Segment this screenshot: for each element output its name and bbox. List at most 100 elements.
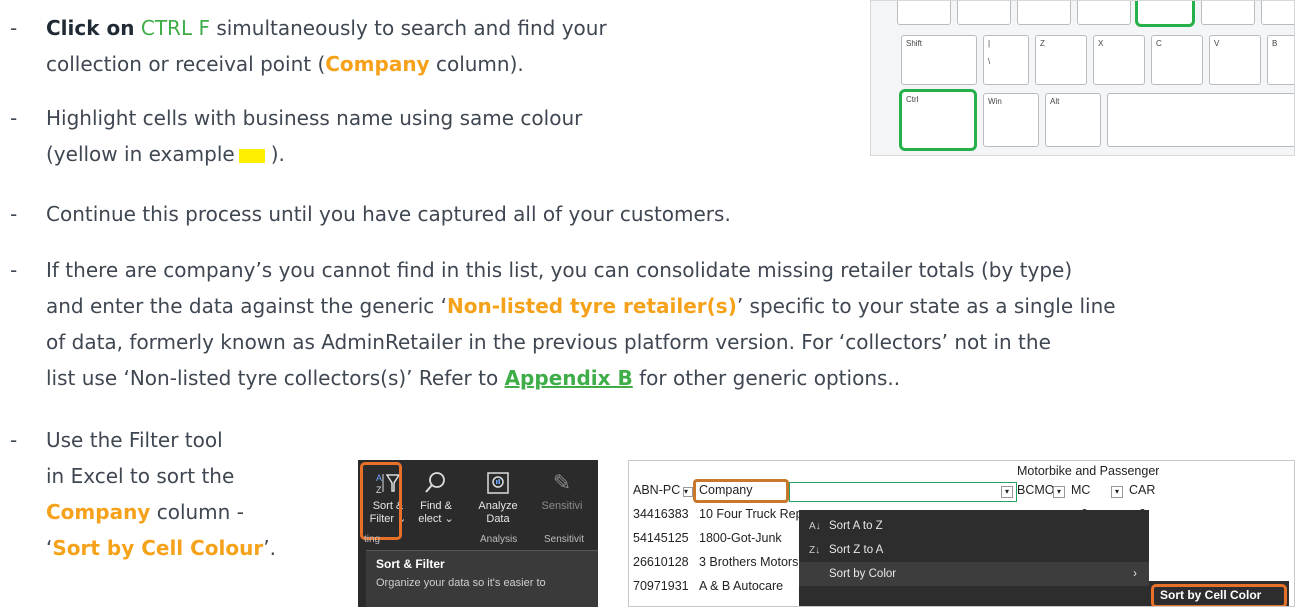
- v-key: V: [1209, 35, 1261, 85]
- non-listed-retailer-keyword: Non-listed tyre retailer(s): [447, 294, 737, 318]
- tooltip-title: Sort & Filter: [376, 557, 445, 571]
- sort-filter-tooltip: Sort & Filter Organize your data so it's…: [366, 550, 598, 607]
- tooltip-body: Organize your data so it's easier to: [376, 577, 546, 589]
- instruction-text: in Excel to sort the: [46, 464, 235, 488]
- instruction-text: column).: [435, 52, 524, 76]
- keyboard-key: [1017, 1, 1071, 25]
- x-key: X: [1093, 35, 1145, 85]
- bullet-dash: -: [10, 428, 18, 452]
- instruction-text: ’ specific to your state as a single lin…: [736, 294, 1116, 318]
- analyze-data-icon: [485, 470, 511, 496]
- sort-descending-icon: Z↓: [809, 545, 821, 556]
- sensitivity-icon: ✎: [552, 470, 572, 495]
- bcmo-header: BCMO: [1017, 483, 1055, 497]
- filter-dropdown-icon[interactable]: ▾: [683, 487, 693, 497]
- bullet-dash: -: [10, 258, 18, 282]
- ribbon-label: Analyze: [478, 500, 518, 512]
- key-label: Z: [1040, 39, 1045, 48]
- yellow-swatch: [238, 148, 265, 163]
- keyboard-key: [1077, 1, 1131, 25]
- alt-key: Alt: [1045, 93, 1101, 147]
- key-label: Ctrl: [906, 95, 919, 104]
- instruction-text: Continue this process until you have cap…: [46, 202, 731, 226]
- key-label: B: [1272, 39, 1278, 48]
- key-label: X: [1098, 39, 1104, 48]
- company-cell: 10 Four Truck Rep: [699, 507, 799, 521]
- instruction-line: list use ‘Non-listed tyre collectors(s)’…: [46, 360, 900, 396]
- sort-ascending-icon: A↓: [809, 521, 821, 532]
- filter-dropdown-icon[interactable]: ▾: [1111, 486, 1123, 498]
- group-label: ting: [364, 534, 381, 545]
- keyboard-key: [957, 1, 1011, 25]
- find-select-button[interactable]: Find & elect ⌄: [408, 464, 464, 534]
- filter-dropdown-menu: A↓ Sort A to Z Z↓ Sort Z to A Sort by Colo…: [799, 510, 1149, 606]
- instruction-text: simultaneously to search and find your: [216, 16, 607, 40]
- menu-item-label: Sort by Cell Color: [1160, 588, 1262, 602]
- abn-header: ABN-PC: [633, 483, 681, 497]
- instruction-text: list use ‘Non-listed tyre collectors(s)’…: [46, 366, 499, 390]
- group-label: Sensitivit: [544, 534, 585, 545]
- excel-sheet-screenshot: Motorbike and Passenger ABN-PC ▾ Company…: [628, 460, 1295, 607]
- ctrl-key: Ctrl: [899, 89, 977, 151]
- sort-by-color-submenu: Sort by Cell Color: [1149, 581, 1289, 606]
- f-key-highlight: [1135, 1, 1195, 27]
- filter-dropdown-icon[interactable]: ▾: [1001, 486, 1013, 498]
- instruction-line: ‘Sort by Cell Colour’.: [46, 530, 276, 566]
- group-header: Motorbike and Passenger: [1017, 464, 1160, 478]
- company-cell: 3 Brothers Motors: [699, 555, 799, 569]
- keyboard-key: [1261, 1, 1294, 25]
- appendix-b-link[interactable]: Appendix B: [505, 366, 633, 390]
- c-key: C: [1151, 35, 1203, 85]
- key-combo-text: CTRL F: [140, 16, 210, 40]
- key-label: \: [988, 57, 991, 66]
- key-label: Alt: [1050, 97, 1060, 106]
- instruction-text: for other generic options..: [639, 366, 901, 390]
- ribbon-label: Sensitivi: [541, 500, 583, 512]
- ribbon-group-labels: ting Analysis Sensitivit: [358, 534, 598, 550]
- win-key: Win: [983, 93, 1039, 147]
- bullet-dash: -: [10, 202, 18, 226]
- instruction-text: Use the Filter tool: [46, 428, 223, 452]
- instruction-line: collection or receival point (Company co…: [46, 46, 524, 82]
- backslash-key: | \: [983, 35, 1029, 85]
- company-header-highlight: [693, 479, 789, 503]
- instruction-text: column -: [156, 500, 244, 524]
- instruction-text: (yellow in example: [46, 142, 235, 166]
- sort-filter-highlight: [360, 462, 402, 540]
- car-header: CAR: [1129, 483, 1156, 497]
- keyboard-key: [1201, 1, 1255, 25]
- analyze-data-button[interactable]: Analyze Data: [470, 464, 526, 534]
- sort-a-to-z-item[interactable]: A↓ Sort A to Z: [799, 514, 1149, 538]
- instruction-line: and enter the data against the generic ‘…: [46, 288, 1116, 324]
- ribbon-label: Find &: [420, 500, 452, 512]
- space-key: [1107, 93, 1294, 147]
- sort-by-color-item[interactable]: Sort by Color ›: [799, 562, 1149, 586]
- instruction-text: If there are company’s you cannot find i…: [46, 258, 1073, 282]
- sort-z-to-a-item[interactable]: Z↓ Sort Z to A: [799, 538, 1149, 562]
- menu-item-label: Sort A to Z: [829, 520, 883, 532]
- sensitivity-button[interactable]: ✎ Sensitivi: [534, 464, 590, 534]
- instruction-text: ’.: [263, 536, 276, 560]
- keyboard-image: Shift | \ Z X C V B Ctrl Win Alt: [870, 0, 1295, 156]
- mc-header: MC: [1071, 483, 1091, 497]
- abn-cell: 70971931: [633, 579, 689, 593]
- instruction-line: Click on CTRL F simultaneously to search…: [46, 10, 607, 46]
- keyboard-key: [897, 1, 951, 25]
- company-cell: 1800-Got-Junk: [699, 531, 782, 545]
- sort-by-cell-color-item[interactable]: Sort by Cell Color: [1151, 584, 1287, 606]
- company-keyword: Company: [325, 52, 430, 76]
- bold-text: Click on: [46, 16, 135, 40]
- instruction-line: Company column -: [46, 494, 244, 530]
- shift-key: Shift: [901, 35, 977, 85]
- abn-cell: 26610128: [633, 555, 689, 569]
- abn-cell: 34416383: [633, 507, 689, 521]
- instruction-text: Highlight cells with business name using…: [46, 106, 583, 130]
- company-cell: A & B Autocare: [699, 579, 784, 593]
- filter-dropdown-icon[interactable]: ▾: [1053, 486, 1065, 498]
- z-key: Z: [1035, 35, 1087, 85]
- key-label: V: [1214, 39, 1220, 48]
- instruction-text: collection or receival point (: [46, 52, 326, 76]
- key-label: |: [988, 39, 991, 48]
- abn-cell: 54145125: [633, 531, 689, 545]
- group-label: Analysis: [480, 534, 518, 545]
